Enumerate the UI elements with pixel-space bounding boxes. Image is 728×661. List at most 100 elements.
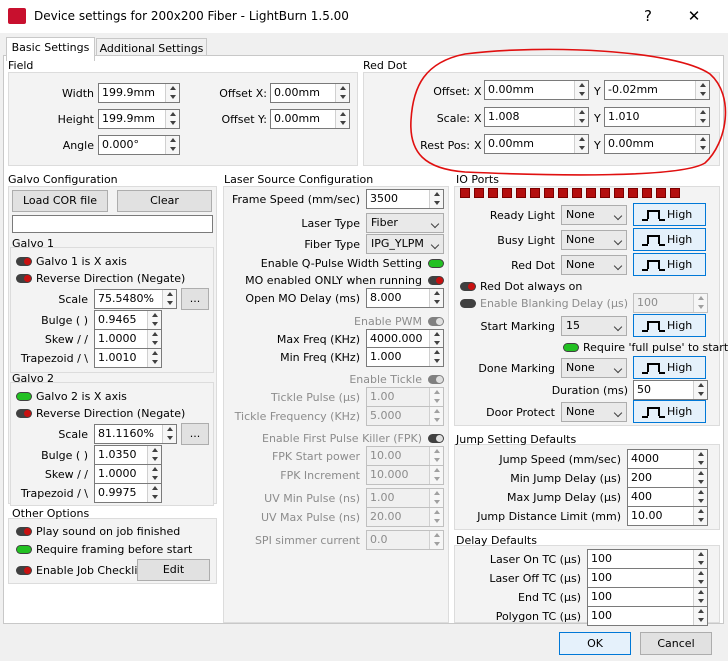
start-marking-select[interactable]: 15 bbox=[561, 316, 627, 336]
fpk-toggle[interactable] bbox=[428, 434, 444, 443]
galvo-1-skew-label: Skew / / bbox=[44, 333, 88, 346]
galvo-1-reverse-toggle[interactable] bbox=[16, 274, 32, 283]
galvo-2-reverse-toggle[interactable] bbox=[16, 409, 32, 418]
mo-enabled-label: MO enabled ONLY when running bbox=[245, 274, 422, 287]
full-pulse-toggle[interactable] bbox=[563, 343, 579, 352]
galvo-2-bulge-label: Bulge ( ) bbox=[41, 449, 88, 462]
tickle-pulse-input[interactable]: 1.00 bbox=[366, 387, 444, 407]
fpk-start-label: FPK Start power bbox=[271, 450, 360, 463]
done-marking-select[interactable]: None bbox=[561, 358, 627, 378]
uv-max-pulse-input[interactable]: 20.00 bbox=[366, 507, 444, 527]
fiber-type-select[interactable]: IPG_YLPM bbox=[366, 234, 444, 254]
door-protect-select[interactable]: None bbox=[561, 402, 627, 422]
max-freq-input[interactable]: 4000.000 bbox=[366, 329, 444, 349]
start-marking-high-button[interactable]: High bbox=[633, 314, 706, 337]
tickle-frequency-label: Tickle Frequency (KHz) bbox=[234, 410, 360, 423]
galvo-2-trapezoid-input[interactable]: 0.9975 bbox=[94, 483, 162, 503]
other-options-title: Other Options bbox=[12, 507, 90, 520]
mo-delay-input[interactable]: 8.000 bbox=[366, 288, 444, 308]
tickle-frequency-input[interactable]: 5.000 bbox=[366, 406, 444, 426]
jump-distance-limit-input[interactable]: 10.00 bbox=[627, 506, 708, 526]
enable-tickle-toggle[interactable] bbox=[428, 375, 444, 384]
busy-light-select[interactable]: None bbox=[561, 230, 627, 250]
angle-input[interactable]: 0.000° bbox=[98, 135, 180, 155]
galvo-2-is-x-label: Galvo 2 is X axis bbox=[36, 390, 127, 403]
laser-on-tc-input[interactable]: 100 bbox=[587, 549, 708, 569]
laser-on-tc-label: Laser On TC (µs) bbox=[489, 553, 581, 566]
frame-speed-input[interactable]: 3500 bbox=[366, 189, 444, 209]
fpk-start-input[interactable]: 10.00 bbox=[366, 446, 444, 466]
fiber-type-label: Fiber Type bbox=[304, 238, 360, 251]
galvo-1-is-x-label: Galvo 1 is X axis bbox=[36, 255, 127, 268]
spi-simmer-input[interactable]: 0.0 bbox=[366, 530, 444, 550]
door-protect-high-button[interactable]: High bbox=[633, 400, 706, 423]
galvo-1-scale-more-button[interactable]: ... bbox=[181, 288, 209, 310]
job-checklist-toggle[interactable] bbox=[16, 566, 32, 575]
offset-x-label: Offset X: bbox=[219, 87, 267, 100]
polygon-tc-input[interactable]: 100 bbox=[587, 606, 708, 626]
duration-input[interactable]: 50 bbox=[633, 380, 708, 400]
end-tc-input[interactable]: 100 bbox=[587, 587, 708, 607]
jump-speed-label: Jump Speed (mm/sec) bbox=[499, 453, 621, 466]
ready-light-high-button[interactable]: High bbox=[633, 203, 706, 226]
fpk-increment-input[interactable]: 10.000 bbox=[366, 465, 444, 485]
mo-enabled-toggle[interactable] bbox=[428, 276, 444, 285]
io-red-dot-label: Red Dot bbox=[511, 259, 555, 272]
laser-off-tc-input[interactable]: 100 bbox=[587, 568, 708, 588]
io-port-led bbox=[586, 188, 596, 198]
galvo-2-is-x-toggle[interactable] bbox=[16, 392, 32, 401]
min-jump-delay-input[interactable]: 200 bbox=[627, 468, 708, 488]
enable-blanking-toggle[interactable] bbox=[460, 299, 476, 308]
close-button[interactable]: ✕ bbox=[672, 0, 716, 33]
clear-cor-button[interactable]: Clear bbox=[117, 190, 212, 212]
require-framing-label: Require framing before start bbox=[36, 543, 193, 556]
enable-pwm-toggle[interactable] bbox=[428, 317, 444, 326]
galvo-2-bulge-input[interactable]: 1.0350 bbox=[94, 445, 162, 465]
width-input[interactable]: 199.9mm bbox=[98, 83, 180, 103]
done-marking-high-button[interactable]: High bbox=[633, 356, 706, 379]
io-port-led bbox=[614, 188, 624, 198]
tab-basic-settings[interactable]: Basic Settings bbox=[6, 37, 95, 61]
require-framing-toggle[interactable] bbox=[16, 545, 32, 554]
max-jump-delay-input[interactable]: 400 bbox=[627, 487, 708, 507]
io-port-led bbox=[600, 188, 610, 198]
galvo-1-bulge-input[interactable]: 0.9465 bbox=[94, 310, 162, 330]
galvo-1-skew-input[interactable]: 1.0000 bbox=[94, 329, 162, 349]
red-dot-always-on-toggle[interactable] bbox=[460, 282, 476, 291]
galvo-2-skew-input[interactable]: 1.0000 bbox=[94, 464, 162, 484]
jump-speed-input[interactable]: 4000 bbox=[627, 449, 708, 469]
ready-light-select[interactable]: None bbox=[561, 205, 627, 225]
edit-checklist-button[interactable]: Edit bbox=[137, 559, 210, 581]
cancel-button[interactable]: Cancel bbox=[640, 632, 712, 655]
full-pulse-label: Require 'full pulse' to start bbox=[583, 341, 728, 354]
io-port-led bbox=[642, 188, 652, 198]
field-offset-y-input[interactable]: 0.00mm bbox=[270, 109, 350, 129]
play-sound-toggle[interactable] bbox=[16, 527, 32, 536]
blanking-delay-label: Delay (µs) bbox=[571, 297, 628, 310]
laser-source-title: Laser Source Configuration bbox=[224, 173, 374, 186]
help-button[interactable]: ? bbox=[626, 0, 670, 33]
io-port-led bbox=[628, 188, 638, 198]
galvo-configuration-title: Galvo Configuration bbox=[8, 173, 118, 186]
galvo-1-trapezoid-input[interactable]: 1.0010 bbox=[94, 348, 162, 368]
ok-button[interactable]: OK bbox=[559, 632, 631, 655]
galvo-1-title: Galvo 1 bbox=[12, 237, 55, 250]
height-input[interactable]: 199.9mm bbox=[98, 109, 180, 129]
field-offset-x-input[interactable]: 0.00mm bbox=[270, 83, 350, 103]
qpulse-toggle[interactable] bbox=[428, 259, 444, 268]
galvo-2-scale-more-button[interactable]: ... bbox=[181, 423, 209, 445]
uv-min-pulse-input[interactable]: 1.00 bbox=[366, 488, 444, 508]
blanking-delay-input[interactable]: 100 bbox=[633, 293, 708, 313]
busy-light-high-button[interactable]: High bbox=[633, 228, 706, 251]
laser-type-select[interactable]: Fiber bbox=[366, 213, 444, 233]
red-dot-always-on-label: Red Dot always on bbox=[480, 280, 583, 293]
io-port-indicators bbox=[460, 188, 690, 200]
io-red-dot-select[interactable]: None bbox=[561, 255, 627, 275]
galvo-1-is-x-toggle[interactable] bbox=[16, 257, 32, 266]
io-red-dot-high-button[interactable]: High bbox=[633, 253, 706, 276]
min-freq-input[interactable]: 1.000 bbox=[366, 347, 444, 367]
galvo-2-scale-input[interactable]: 81.1160% bbox=[94, 424, 177, 444]
cor-file-path-field[interactable] bbox=[12, 215, 213, 233]
load-cor-file-button[interactable]: Load COR file bbox=[12, 190, 108, 212]
galvo-1-scale-input[interactable]: 75.5480% bbox=[94, 289, 177, 309]
